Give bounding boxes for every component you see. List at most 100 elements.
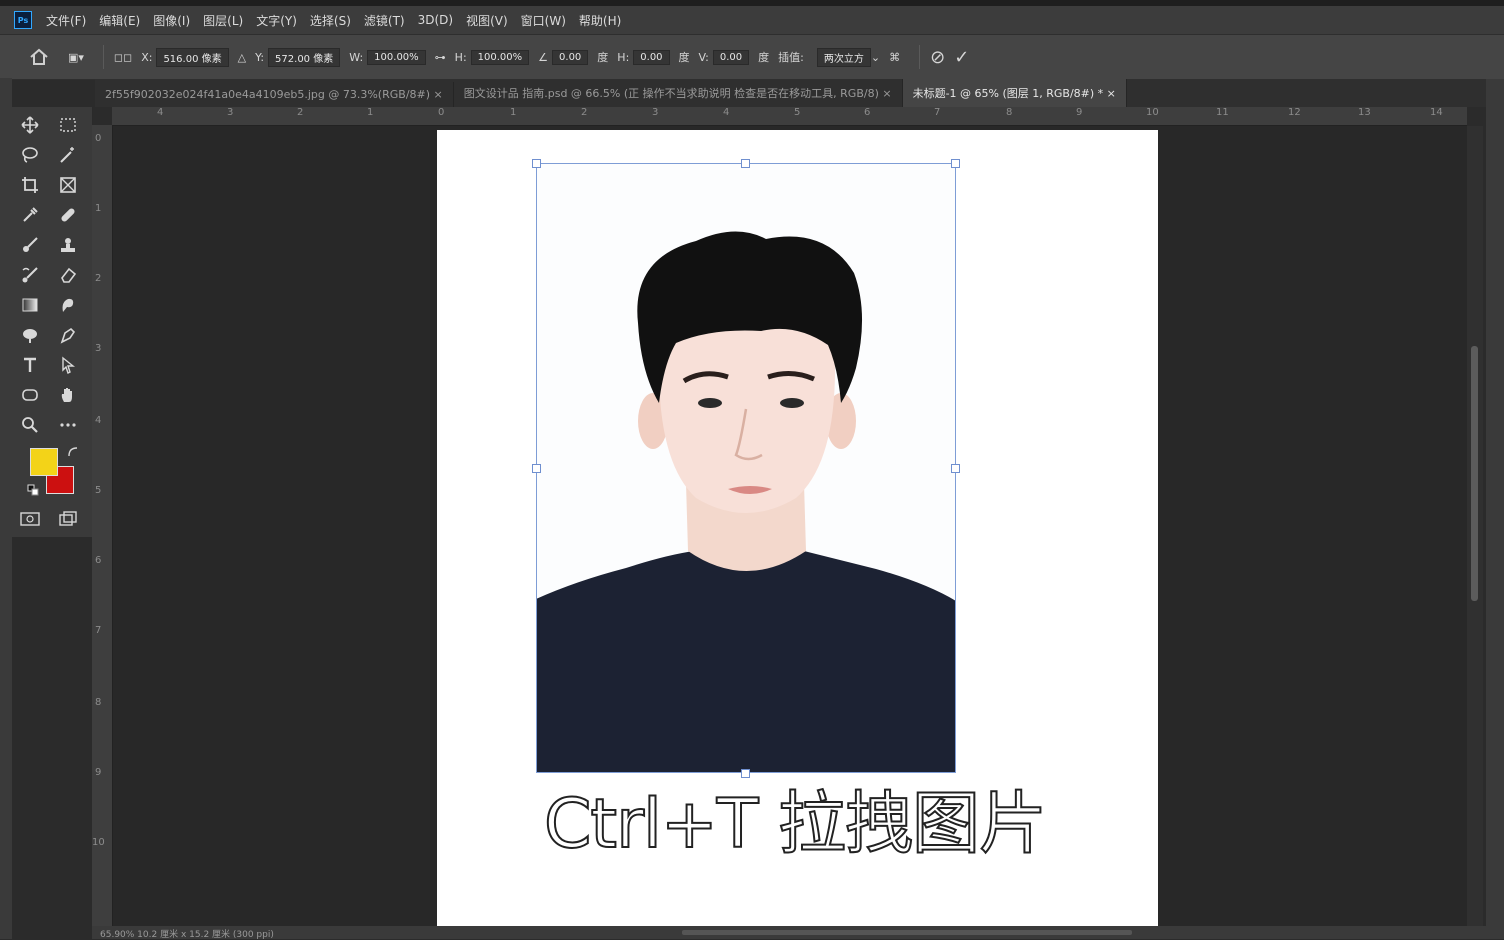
crop-tool-icon[interactable] <box>18 173 42 197</box>
ruler-tick: 9 <box>1076 107 1083 118</box>
ruler-tick: 6 <box>95 555 102 566</box>
ruler-tick: 0 <box>95 133 102 144</box>
ruler-tick: 4 <box>723 107 730 118</box>
gradient-tool-icon[interactable] <box>18 293 42 317</box>
w-label: W: <box>349 50 364 64</box>
hskew-field[interactable]: 0.00 <box>633 49 670 65</box>
dodge-tool-icon[interactable] <box>18 323 42 347</box>
reference-point-icon[interactable]: ▣▾ <box>68 51 84 64</box>
horizontal-scroll-thumb[interactable] <box>682 930 1132 935</box>
more-tools-icon[interactable] <box>56 413 80 437</box>
ruler-tick: 1 <box>95 203 102 214</box>
transform-handle-top[interactable] <box>741 159 750 168</box>
warp-mode-icon[interactable]: ⌘ <box>889 51 900 64</box>
ruler-tick: 1 <box>367 107 374 118</box>
height-field[interactable]: 100.00% <box>470 49 530 65</box>
foreground-color-swatch[interactable] <box>30 448 58 476</box>
tab-document-active[interactable]: 未标题-1 @ 65% (图层 1, RGB/8#) * × <box>902 79 1127 107</box>
ruler-tick: 8 <box>95 697 102 708</box>
ruler-tick: 10 <box>92 837 105 848</box>
y-field[interactable]: 572.00 像素 <box>268 47 341 67</box>
frame-tool-icon[interactable] <box>56 173 80 197</box>
ruler-tick: 4 <box>157 107 164 118</box>
swap-colors-icon[interactable] <box>66 445 80 459</box>
vertical-scroll-thumb[interactable] <box>1471 346 1478 601</box>
menu-view[interactable]: 视图(V) <box>466 12 508 29</box>
shape-tool-icon[interactable] <box>18 383 42 407</box>
smudge-tool-icon[interactable] <box>56 293 80 317</box>
pen-tool-icon[interactable] <box>56 323 80 347</box>
x-field[interactable]: 516.00 像素 <box>156 47 229 67</box>
hskew-unit: 度 <box>678 51 690 64</box>
video-caption: Ctrl+T 拉拽图片 <box>543 784 1048 865</box>
chevron-down-icon: ⌄ <box>870 50 881 64</box>
path-selection-icon[interactable] <box>56 353 80 377</box>
menu-filter[interactable]: 滤镜(T) <box>364 12 405 29</box>
tab-document-1[interactable]: 2f55f902032e024f41a0e4a4109eb5.jpg @ 73.… <box>95 82 454 107</box>
menu-bar: Ps 文件(F) 编辑(E) 图像(I) 图层(L) 文字(Y) 选择(S) 滤… <box>0 6 1504 34</box>
menu-file[interactable]: 文件(F) <box>46 12 86 29</box>
commit-transform-icon[interactable]: ✓ <box>954 47 969 68</box>
default-colors-icon[interactable] <box>26 483 40 497</box>
clone-stamp-icon[interactable] <box>56 233 80 257</box>
ruler-tick: 0 <box>438 107 445 118</box>
interpolation-label: 插值: <box>778 51 804 64</box>
zoom-tool-icon[interactable] <box>18 413 42 437</box>
document-tabs: 2f55f902032e024f41a0e4a4109eb5.jpg @ 73.… <box>95 79 1504 107</box>
magic-wand-icon[interactable] <box>56 143 80 167</box>
reference-grid-icon[interactable]: ◻◻ <box>114 51 132 64</box>
horizontal-ruler: 4 3 2 1 0 1 2 3 4 5 6 7 8 9 10 11 12 13 … <box>112 107 1467 126</box>
left-edge-panel <box>0 78 12 939</box>
menu-layer[interactable]: 图层(L) <box>203 12 243 29</box>
ruler-tick: 3 <box>95 343 102 354</box>
vskew-field[interactable]: 0.00 <box>712 49 750 65</box>
angle-unit: 度 <box>597 51 609 64</box>
cancel-transform-icon[interactable]: ⊘ <box>930 47 945 68</box>
menu-type[interactable]: 文字(Y) <box>256 12 297 29</box>
hand-tool-icon[interactable] <box>56 383 80 407</box>
ruler-tick: 6 <box>864 107 871 118</box>
type-tool-icon[interactable] <box>18 353 42 377</box>
link-icon[interactable]: ⊶ <box>435 51 446 64</box>
status-text: 65.90% 10.2 厘米 x 15.2 厘米 (300 ppi) <box>100 930 274 940</box>
brush-tool-icon[interactable] <box>18 233 42 257</box>
vskew-unit: 度 <box>758 51 770 64</box>
ruler-tick: 3 <box>652 107 659 118</box>
vertical-scrollbar[interactable] <box>1467 126 1483 926</box>
width-field[interactable]: 100.00% <box>367 49 426 65</box>
marquee-tool-icon[interactable] <box>56 113 80 137</box>
menu-window[interactable]: 窗口(W) <box>521 12 566 29</box>
ruler-tick: 3 <box>227 107 234 118</box>
ruler-tick: 1 <box>510 107 517 118</box>
ruler-tick: 5 <box>95 485 102 496</box>
ruler-tick: 9 <box>95 767 102 778</box>
quick-mask-icon[interactable] <box>18 507 42 531</box>
transform-handle-top-left[interactable] <box>532 159 541 168</box>
lasso-tool-icon[interactable] <box>18 143 42 167</box>
interpolation-select[interactable]: 两次立方 <box>816 47 871 67</box>
angle-field[interactable]: 0.00 <box>552 49 589 65</box>
options-bar: ▣▾ ◻◻ X: 516.00 像素 △ Y: 572.00 像素 W: 100.00… <box>0 34 1504 80</box>
ruler-tick: 13 <box>1358 107 1371 118</box>
transform-handle-right[interactable] <box>951 464 960 473</box>
home-icon[interactable] <box>28 46 50 68</box>
eyedropper-icon[interactable] <box>18 203 42 227</box>
healing-brush-icon[interactable] <box>56 203 80 227</box>
triangle-icon[interactable]: △ <box>238 51 246 64</box>
menu-edit[interactable]: 编辑(E) <box>99 12 140 29</box>
tab-document-2[interactable]: 图文设计品 指南.psd @ 66.5% (正 操作不当求助说明 检查是否在移动… <box>454 79 903 107</box>
eraser-icon[interactable] <box>56 263 80 287</box>
transform-handle-top-right[interactable] <box>951 159 960 168</box>
move-tool-icon[interactable] <box>18 113 42 137</box>
menu-select[interactable]: 选择(S) <box>310 12 351 29</box>
x-label: X: <box>141 50 153 64</box>
menu-help[interactable]: 帮助(H) <box>579 12 621 29</box>
history-brush-icon[interactable] <box>18 263 42 287</box>
separator <box>919 45 921 69</box>
menu-image[interactable]: 图像(I) <box>153 12 190 29</box>
screen-mode-icon[interactable] <box>56 507 80 531</box>
menu-3d[interactable]: 3D(D) <box>418 13 453 27</box>
ruler-tick: 5 <box>794 107 801 118</box>
transform-bounding-box[interactable] <box>536 163 956 773</box>
transform-handle-left[interactable] <box>532 464 541 473</box>
